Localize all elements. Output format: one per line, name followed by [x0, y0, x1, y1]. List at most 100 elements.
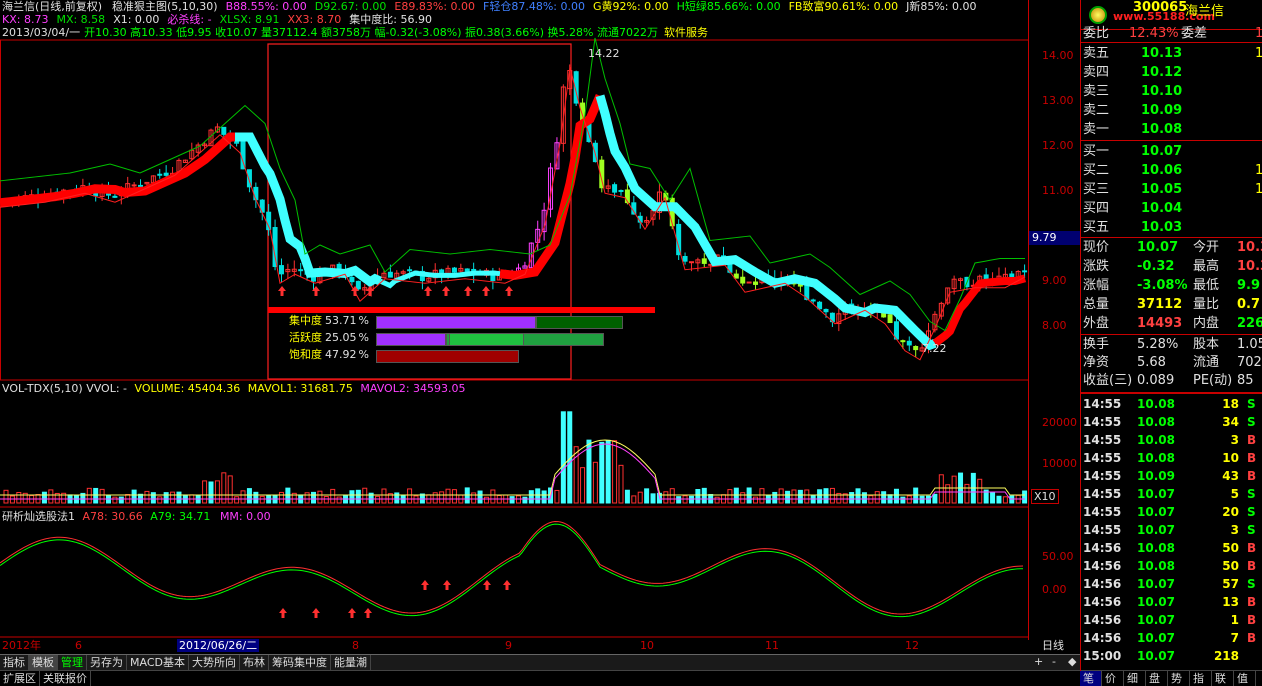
time-tick-label: 8 — [352, 639, 359, 652]
tick-vol: 3 — [1230, 433, 1239, 447]
tick-price: 10.07 — [1137, 523, 1175, 537]
tick-row: 14:55 10.07 3 S — [1081, 521, 1262, 539]
indicator-tab[interactable]: 指标 — [0, 655, 29, 670]
sell-label: 卖二 — [1083, 103, 1110, 118]
buy-signal-icon — [364, 608, 372, 618]
candle-body — [221, 126, 227, 135]
tick-price: 10.07 — [1137, 649, 1175, 663]
quote-label2: 今开 — [1193, 240, 1220, 255]
sell-row: 卖四 10.12 — [1081, 63, 1262, 82]
indicator-value: H短绿85.66%: 0.00 — [676, 0, 781, 13]
bottom-tab[interactable]: 扩展区 — [0, 671, 40, 686]
tick-side: B — [1247, 631, 1257, 645]
volume-bar — [131, 489, 137, 504]
tick-time: 14:55 — [1083, 415, 1122, 429]
quote-value2: 10.3 — [1237, 259, 1262, 274]
zoom-in-button[interactable]: + — [1034, 655, 1043, 668]
volume-bar — [522, 496, 528, 504]
volume-bar — [810, 495, 816, 504]
indicator-tab[interactable]: MACD基本 — [127, 655, 189, 670]
tick-side: S — [1247, 397, 1256, 411]
tick-row: 14:56 10.07 7 B — [1081, 629, 1262, 647]
concentration-name: 活跃度 — [289, 331, 322, 344]
panel-tab[interactable]: 联 — [1212, 671, 1234, 686]
a79-line — [0, 523, 1024, 618]
concentration-label: 饱和度 47.92% — [289, 348, 369, 361]
indicator-header: 研析灿选股法1 A78: 30.66 A79: 34.71 MM: 0.00 — [2, 510, 271, 523]
panel-tab[interactable]: 笔 — [1080, 671, 1102, 686]
tick-side: S — [1247, 577, 1256, 591]
wb-row: 委比 12.43% 委差 1 — [1081, 24, 1262, 43]
candle-body — [817, 301, 823, 310]
quote-row: 外盘 14493 内盘 2261 — [1081, 314, 1262, 333]
tick-vol: 3 — [1230, 523, 1239, 537]
candle-body — [464, 268, 470, 272]
panel-tab[interactable]: 值 — [1234, 671, 1256, 686]
buy-signal-icon — [421, 580, 429, 590]
indicator-tab[interactable]: 大势所向 — [189, 655, 240, 670]
period-label: 日线 — [1042, 639, 1064, 652]
fin-value2: 1.05 — [1237, 337, 1262, 352]
buy-price: 10.07 — [1141, 144, 1183, 159]
volume-bar — [605, 439, 611, 504]
quote-label2: 量比 — [1193, 297, 1220, 312]
volume-tick-label: 10000 — [1042, 457, 1077, 470]
indicator-tab[interactable]: 管理 — [58, 655, 87, 670]
indicator-tab[interactable]: 模板 — [29, 655, 58, 670]
fin-value: 5.68 — [1137, 355, 1166, 370]
quote-label: 涨跌 — [1083, 259, 1110, 274]
volume-bar — [855, 488, 861, 504]
volume-bar — [990, 491, 996, 504]
fin-value2: 7022 — [1237, 355, 1262, 370]
volume-bar — [733, 487, 739, 504]
tick-vol: 218 — [1213, 649, 1239, 663]
candle-body — [618, 189, 624, 192]
volume-tick-label: 20000 — [1042, 416, 1077, 429]
volume-bar — [471, 492, 477, 504]
support-bar — [268, 307, 655, 313]
indicator-tab[interactable]: 筹码集中度 — [269, 655, 331, 670]
indicator-tab[interactable]: 布林 — [240, 655, 269, 670]
volume-bar — [439, 491, 445, 504]
bottom-bar: 扩展区 关联报价 笔价细盘势指联值 — [0, 670, 1262, 686]
indicator-tab[interactable]: 能量潮 — [331, 655, 371, 670]
indicator-tab[interactable]: 另存为 — [87, 655, 127, 670]
buy-signal-icon — [503, 580, 511, 590]
volume-bar — [560, 411, 566, 504]
buy-label: 买二 — [1083, 163, 1110, 178]
volume-bar — [48, 489, 54, 504]
indicator-value: X1: 0.00 — [113, 13, 160, 26]
more-button[interactable]: ◆ — [1068, 655, 1076, 668]
volume-bar — [580, 467, 586, 504]
concentration-bar-rest — [536, 316, 623, 329]
panel-tab[interactable]: 势 — [1168, 671, 1190, 686]
tick-row: 14:55 10.09 43 B — [1081, 467, 1262, 485]
volume-bar — [829, 487, 835, 504]
panel-tab[interactable]: 盘 — [1146, 671, 1168, 686]
tick-vol: 43 — [1222, 469, 1239, 483]
tick-time: 14:55 — [1083, 433, 1122, 447]
concentration-name: 集中度 — [289, 314, 322, 327]
quote-value: 10.07 — [1137, 240, 1179, 255]
panel-tab[interactable]: 细 — [1124, 671, 1146, 686]
panel-tab[interactable]: 指 — [1190, 671, 1212, 686]
tick-vol: 7 — [1230, 631, 1239, 645]
volume-bar — [926, 495, 931, 504]
panel-tab[interactable]: 价 — [1102, 671, 1124, 686]
volume-bar — [753, 496, 759, 504]
fin-value2: 85 — [1237, 373, 1254, 388]
volume-bar — [445, 488, 451, 504]
volume-bar — [93, 487, 99, 504]
tick-price: 10.08 — [1137, 541, 1175, 555]
zoom-controls: + - ◆ — [1030, 655, 1080, 670]
bottom-tab[interactable]: 关联报价 — [40, 671, 91, 686]
tick-row: 14:55 10.08 34 S — [1081, 413, 1262, 431]
time-tick-label: 6 — [75, 639, 82, 652]
volume-bar — [3, 489, 9, 504]
volume-bar — [246, 488, 252, 504]
buy-label: 买一 — [1083, 144, 1110, 159]
tick-vol: 50 — [1222, 541, 1239, 555]
zoom-out-button[interactable]: - — [1052, 655, 1056, 668]
concentration-name: 饱和度 — [289, 348, 322, 361]
tick-time: 14:56 — [1083, 613, 1122, 627]
